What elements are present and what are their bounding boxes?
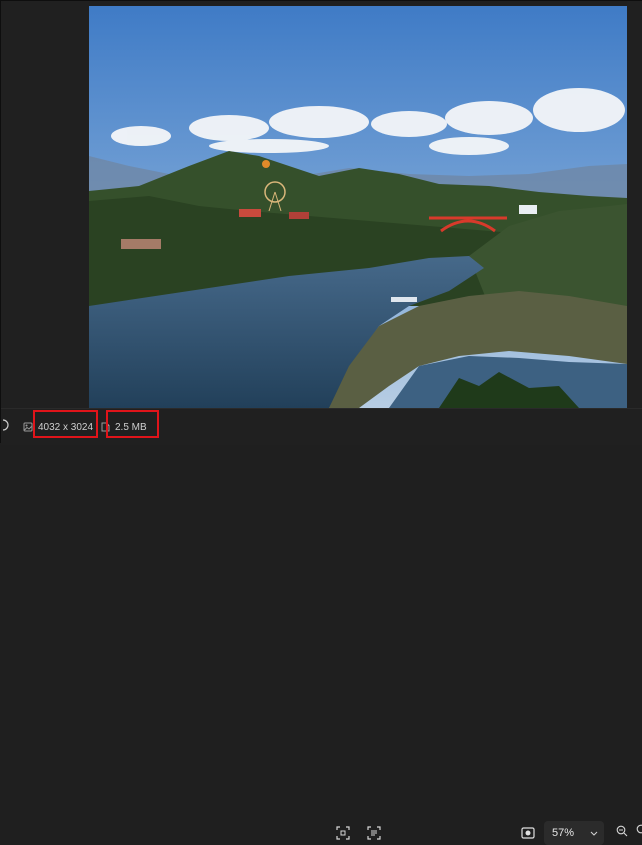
zoom-level-text: 57%: [552, 827, 575, 839]
focus-select-icon: [336, 826, 350, 840]
app-window: 4032 x 3024 2.5 MB 57%: [0, 0, 642, 845]
zoom-level-dropdown[interactable]: 57%: [544, 821, 604, 845]
image-dimensions-icon: [23, 422, 33, 432]
zoom-in-button[interactable]: [635, 823, 642, 843]
viewer-left-margin: [1, 1, 89, 408]
rotate-icon[interactable]: [1, 419, 9, 435]
viewer-right-margin: [627, 1, 642, 408]
view-mode-button[interactable]: [518, 823, 538, 843]
highlight-box-dimensions: [33, 410, 98, 438]
photo[interactable]: [89, 6, 627, 408]
zoom-out-button[interactable]: [613, 823, 631, 843]
text-extract-button[interactable]: [364, 823, 384, 843]
zoom-in-icon: [635, 823, 642, 840]
zoom-out-icon: [616, 824, 628, 842]
highlight-box-file-size: [106, 410, 159, 438]
chevron-down-icon: [590, 827, 598, 839]
view-mode-icon: [521, 827, 535, 839]
focus-select-button[interactable]: [333, 823, 353, 843]
photo-drawing: [89, 6, 627, 408]
text-extract-icon: [367, 826, 381, 840]
image-viewer-canvas[interactable]: [1, 1, 642, 408]
